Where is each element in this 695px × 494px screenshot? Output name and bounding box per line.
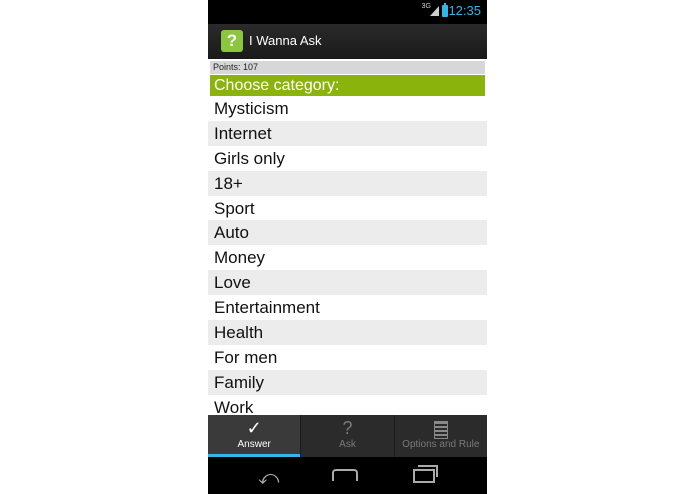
question-icon: ? [342, 418, 353, 438]
points-label: Points: 107 [213, 62, 259, 72]
category-list: Mysticism Internet Girls only 18+ Sport Auto M… [208, 96, 487, 415]
navigation-bar: ⤺ [208, 457, 487, 494]
category-item[interactable]: Sport [208, 195, 487, 221]
category-item[interactable]: 18+ [208, 170, 487, 196]
main-content: Points: 107 Choose category: Mysticism In… [208, 59, 487, 415]
category-item[interactable]: Money [208, 245, 487, 271]
tab-options-and-rule[interactable]: Options and Rule [395, 415, 487, 457]
points-bar: Points: 107 [210, 61, 485, 74]
category-item[interactable]: Internet [208, 120, 487, 146]
status-bar: 3G 12:35 [208, 0, 487, 24]
home-icon[interactable] [332, 469, 358, 481]
tab-options-label: Options and Rule [402, 439, 480, 450]
action-bar: ? I Wanna Ask [208, 24, 487, 60]
recent-apps-icon[interactable] [413, 465, 438, 483]
document-icon [433, 421, 448, 439]
signal-icon [430, 6, 439, 16]
category-header: Choose category: [210, 75, 485, 96]
tab-answer-label: Answer [237, 439, 271, 450]
status-clock: 12:35 [448, 3, 481, 18]
app-title: I Wanna Ask [249, 33, 322, 48]
category-item[interactable]: For men [208, 344, 487, 370]
category-item[interactable]: Girls only [208, 145, 487, 171]
battery-icon [442, 3, 448, 17]
tab-ask[interactable]: ? Ask [301, 415, 395, 457]
category-item[interactable]: Work [208, 394, 487, 415]
category-item[interactable]: Health [208, 320, 487, 345]
category-item[interactable]: Love [208, 270, 487, 296]
category-header-label: Choose category: [214, 77, 340, 94]
check-icon: ✓ [246, 418, 262, 438]
back-icon[interactable]: ⤺ [258, 465, 279, 489]
category-item[interactable]: Auto [208, 220, 487, 246]
category-item[interactable]: Mysticism [208, 96, 487, 121]
app-question-icon[interactable]: ? [221, 30, 243, 52]
tab-bar: ✓ Answer ? Ask Options and Rule [208, 415, 487, 457]
tab-ask-label: Ask [339, 439, 356, 450]
category-item[interactable]: Entertainment [208, 295, 487, 321]
phone-screen: 3G 12:35 ? I Wanna Ask Points: 107 Choos… [208, 0, 487, 494]
category-item[interactable]: Family [208, 369, 487, 395]
tab-answer[interactable]: ✓ Answer [208, 415, 302, 457]
